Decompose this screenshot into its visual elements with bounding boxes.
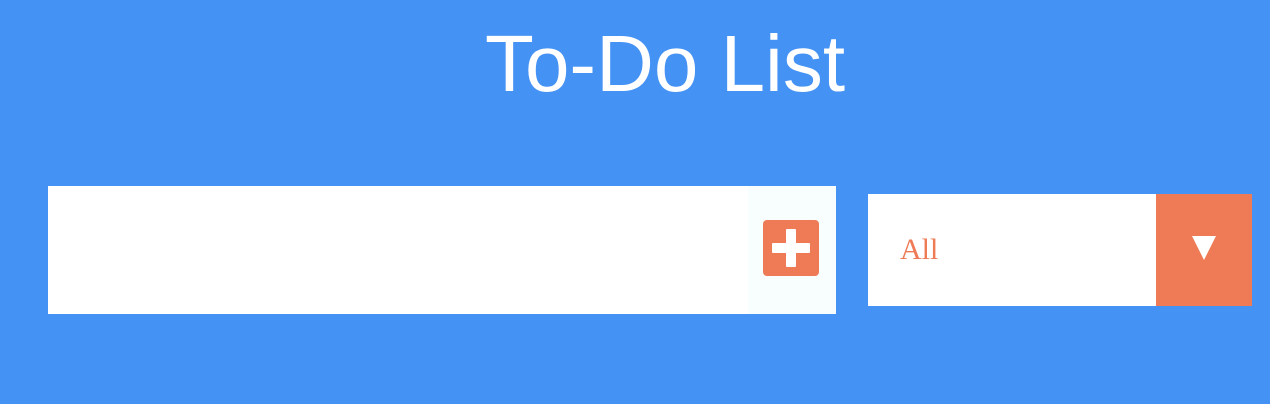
filter-selected-value: All — [900, 233, 939, 266]
filter-dropdown-button[interactable] — [1156, 194, 1252, 306]
filter-select[interactable]: All — [868, 194, 1252, 306]
add-todo-button[interactable] — [763, 220, 819, 276]
todo-input[interactable] — [48, 186, 748, 314]
todo-form — [48, 186, 836, 314]
plus-icon — [772, 229, 810, 267]
page-title: To-Do List — [484, 19, 846, 108]
chevron-down-icon — [1192, 236, 1216, 260]
